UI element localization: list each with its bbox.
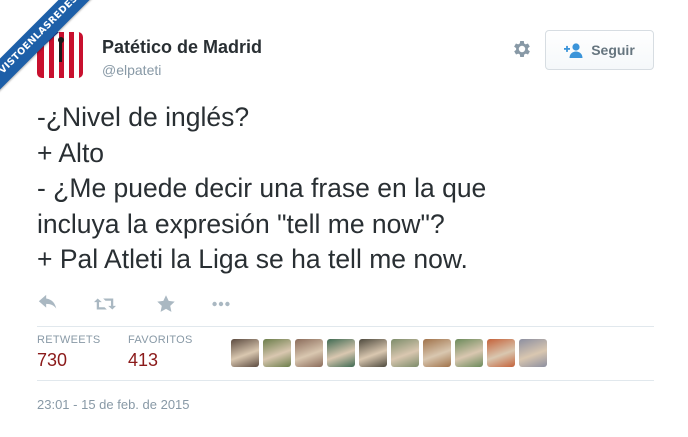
follow-button-label: Seguir xyxy=(591,42,635,58)
favorites-label: FAVORITOS xyxy=(128,334,193,346)
more-dots-icon[interactable] xyxy=(209,293,233,317)
star-icon[interactable] xyxy=(155,293,179,317)
retweets-count[interactable]: 730 xyxy=(37,350,67,371)
tweet-timestamp[interactable]: 23:01 - 15 de feb. de 2015 xyxy=(37,397,190,412)
reply-icon[interactable] xyxy=(37,293,61,317)
add-user-icon xyxy=(564,43,583,58)
favoriter-avatar[interactable] xyxy=(423,339,451,367)
gear-icon[interactable] xyxy=(511,38,533,60)
divider xyxy=(37,380,654,381)
favoriter-avatar[interactable] xyxy=(391,339,419,367)
watermark-ribbon: VISTOENLASREDES xyxy=(0,0,120,120)
favoriter-avatar[interactable] xyxy=(327,339,355,367)
tweet-line: -¿Nivel de inglés? xyxy=(37,102,250,132)
watermark-text: VISTOENLASREDES xyxy=(0,0,107,103)
tweet-line: + Alto xyxy=(37,137,105,168)
favoriter-avatar[interactable] xyxy=(295,339,323,367)
favoriter-avatar[interactable] xyxy=(359,339,387,367)
favoriter-avatar[interactable] xyxy=(455,339,483,367)
retweets-label: RETWEETS xyxy=(37,334,101,346)
favoriter-avatar[interactable] xyxy=(487,339,515,367)
favoriter-avatar[interactable] xyxy=(519,339,547,367)
author-name[interactable]: Patético de Madrid xyxy=(102,37,262,58)
tweet-line: + Pal Atleti la Liga se ha tell me now. xyxy=(37,244,468,274)
follow-button[interactable]: Seguir xyxy=(545,30,654,70)
tweet-text: -¿Nivel de inglés? + Alto - ¿Me puede de… xyxy=(37,100,667,278)
favoriter-avatar[interactable] xyxy=(263,339,291,367)
favorites-count[interactable]: 413 xyxy=(128,350,158,371)
favoriter-avatar[interactable] xyxy=(231,339,259,367)
retweet-icon[interactable] xyxy=(93,293,117,317)
divider xyxy=(37,326,654,327)
tweet-line: - ¿Me puede decir una frase en la que xyxy=(37,173,487,203)
tweet-line: incluya la expresión "tell me now"? xyxy=(37,208,445,239)
